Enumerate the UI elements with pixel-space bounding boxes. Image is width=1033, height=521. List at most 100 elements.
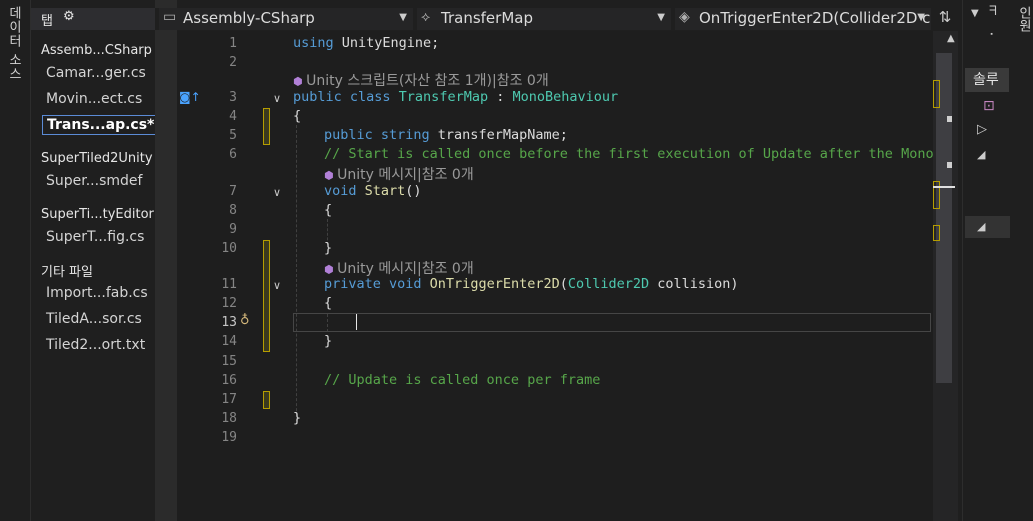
solution-tab[interactable]: 솔루 [965, 68, 1009, 92]
chevron-up-icon[interactable]: ▲ [947, 33, 955, 44]
expand-arrow-icon[interactable]: ▷ [977, 122, 987, 137]
codelens-text: Unity 메시지|참조 0개 [337, 261, 474, 277]
scroll-position-marker [947, 162, 952, 168]
chevron-down-icon: ▼ [399, 12, 407, 23]
line-number: 6 [229, 147, 237, 162]
code-line-10[interactable]: } [324, 240, 332, 256]
navigation-bar: ▭ Assembly-CSharp ▼ ⟡ TransferMap ▼ ◈ On… [155, 8, 958, 30]
tab-file-item[interactable]: TiledA...sor.cs [46, 311, 142, 327]
vertical-scrollbar[interactable]: ▲ [933, 31, 958, 521]
collapse-arrow-icon[interactable]: ◢ [977, 148, 985, 161]
pin-icon[interactable]: ᖷ [989, 4, 997, 19]
properties-header[interactable]: ◢ [965, 216, 1011, 238]
tab-file-item[interactable]: Import...fab.cs [46, 285, 148, 301]
tab-file-item[interactable]: Tiled2...ort.txt [46, 337, 145, 353]
fold-chevron-icon[interactable]: ∨ [273, 279, 281, 292]
project-dropdown[interactable]: ▭ Assembly-CSharp ▼ [159, 8, 413, 30]
method-token: OnTriggerEnter2D [421, 276, 560, 292]
code-line-14[interactable]: } [324, 333, 332, 349]
tab-group-label: Assemb...CSharp [41, 43, 152, 58]
split-window-icon[interactable]: ⇅ [934, 8, 956, 30]
code-line-5[interactable]: public string transferMapName; [324, 127, 568, 143]
tab-file-item[interactable]: Camar...ger.cs [46, 65, 146, 81]
code-line-7[interactable]: void Start() [324, 183, 422, 199]
right-side-strip[interactable]: 인원 [1010, 0, 1033, 521]
unity-icon: ⬢ [324, 169, 338, 182]
tab-group-label: 기타 파일 [41, 265, 93, 280]
codelens-start[interactable]: ⬢ Unity 메시지|참조 0개 [324, 164, 474, 184]
keyword-token: private void [324, 276, 422, 292]
fold-chevron-icon[interactable]: ∨ [273, 92, 281, 105]
project-dropdown-value: Assembly-CSharp [183, 9, 315, 27]
unity-icon: ⬢ [324, 263, 338, 276]
line-number: 2 [229, 55, 237, 70]
code-token: collision) [649, 276, 739, 292]
text-caret [356, 314, 357, 330]
line-number: 19 [221, 430, 237, 445]
code-line-16[interactable]: // Update is called once per frame [324, 372, 600, 388]
line-number: 9 [229, 222, 237, 237]
tab-file-item[interactable]: Movin...ect.cs [46, 91, 142, 107]
change-indicator [263, 108, 270, 145]
line-number: 1 [229, 36, 237, 51]
code-line-4[interactable]: { [293, 108, 301, 124]
lightbulb-icon[interactable]: ♁ [240, 313, 250, 328]
type-token: TransferMap [390, 89, 489, 105]
code-line-12[interactable]: { [324, 295, 332, 311]
indent-guide [296, 125, 297, 421]
code-editor[interactable]: 1 2 3 4 5 6 7 8 9 10 11 12 13 14 15 16 1… [177, 31, 933, 521]
change-indicator [263, 391, 270, 409]
type-dropdown-value: TransferMap [441, 9, 533, 27]
code-line-3[interactable]: public class TransferMap : MonoBehaviour [293, 89, 618, 105]
chevron-down-icon: ▼ [657, 12, 665, 23]
solution-icon: ⊡ [983, 98, 995, 114]
member-dropdown[interactable]: ◈ OnTriggerEnter2D(Collider2D c ▼ [675, 8, 931, 30]
scroll-change-marker [933, 225, 940, 241]
code-token: transferMapName; [429, 127, 568, 143]
panel-splitter[interactable] [155, 0, 177, 521]
keyword-token: public class [293, 89, 391, 105]
class-icon: ⟡ [421, 9, 431, 25]
csharp-project-icon: ▭ [163, 9, 177, 25]
tab-panel-header: 탭 ⚙ [31, 8, 155, 30]
code-line-1[interactable]: using UnityEngine; [293, 35, 439, 51]
right-strip-label[interactable]: 인원 [1014, 6, 1033, 32]
line-number: 15 [221, 354, 237, 369]
collapse-arrow-icon: ◢ [977, 220, 986, 233]
code-line-18[interactable]: } [293, 410, 301, 426]
current-line-highlight [293, 313, 931, 332]
code-token: : [488, 89, 513, 105]
caret-position-marker [933, 186, 955, 188]
codelens-text: Unity 메시지|참조 0개 [337, 167, 474, 183]
method-token: Start [356, 183, 406, 199]
line-number: 8 [229, 203, 237, 218]
code-token: () [405, 183, 422, 199]
tab-file-item-active[interactable]: Trans...ap.cs* [42, 115, 160, 135]
fold-chevron-icon[interactable]: ∨ [273, 186, 281, 199]
keyword-token: using [293, 35, 334, 51]
codelens-text: Unity 스크립트(자산 참조 1개)|참조 0개 [306, 73, 549, 89]
unity-script-icon[interactable]: ◙↑ [179, 90, 201, 104]
codelens-trigger[interactable]: ⬢ Unity 메시지|참조 0개 [324, 258, 474, 278]
data-sources-strip[interactable]: 데이터 소스 [0, 0, 31, 521]
gear-icon[interactable]: ⚙ [63, 9, 75, 24]
change-indicator [263, 240, 270, 352]
line-number: 4 [229, 109, 237, 124]
tab-file-item[interactable]: Super...smdef [46, 173, 142, 189]
code-line-11[interactable]: private void OnTriggerEnter2D(Collider2D… [324, 276, 739, 292]
member-dropdown-value: OnTriggerEnter2D(Collider2D c [699, 9, 931, 27]
dropdown-arrow-icon[interactable]: ▼ [971, 8, 979, 19]
tab-file-item[interactable]: SuperT...fig.cs [46, 229, 144, 245]
line-number: 18 [221, 411, 237, 426]
code-line-8[interactable]: { [324, 202, 332, 218]
codelens-class[interactable]: ⬢ Unity 스크립트(자산 참조 1개)|참조 0개 [293, 70, 549, 90]
line-number-current: 13 [221, 315, 237, 330]
type-dropdown[interactable]: ⟡ TransferMap ▼ [417, 8, 671, 30]
code-line-6[interactable]: // Start is called once before the first… [324, 146, 933, 162]
tab-group-label: SuperTiled2Unity [41, 151, 153, 166]
type-token: Collider2D [567, 276, 650, 292]
data-sources-label[interactable]: 데이터 소스 [4, 6, 23, 81]
more-options-icon[interactable]: ⠂ [989, 28, 998, 42]
solution-explorer-panel: ▼ ᖷ ⠂ 솔루 ⊡ ▷ ◢ ◢ [962, 0, 1011, 521]
line-number: 7 [229, 184, 237, 199]
